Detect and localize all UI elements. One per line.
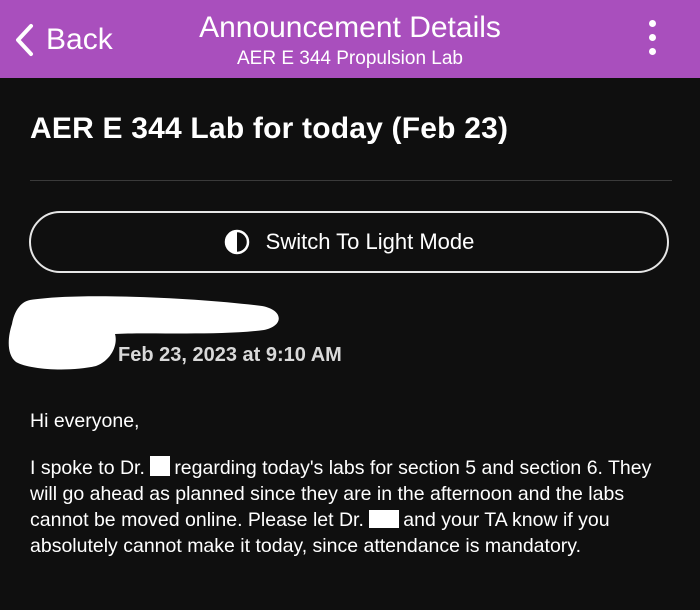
greeting: Hi everyone, — [30, 410, 140, 432]
top-navigation-bar: Back Announcement Details AER E 344 Prop… — [0, 0, 700, 78]
switch-light-mode-label: Switch To Light Mode — [265, 229, 475, 254]
back-label: Back — [46, 23, 113, 56]
page-title: Announcement Details — [199, 11, 501, 44]
message-segment: I spoke to Dr. — [30, 457, 151, 479]
divider — [30, 180, 672, 181]
message-paragraph: I spoke to Dr. regarding today's labs fo… — [30, 455, 680, 559]
redacted-name — [150, 456, 171, 476]
header-titles: Announcement Details AER E 344 Propulsio… — [150, 10, 550, 71]
back-button[interactable]: Back — [14, 18, 113, 62]
kebab-menu-icon[interactable] — [642, 18, 662, 58]
course-subtitle: AER E 344 Propulsion Lab — [236, 48, 464, 69]
announcement-body: Hi everyone, I spoke to Dr. regarding to… — [30, 408, 680, 580]
switch-light-mode-button[interactable]: Switch To Light Mode — [29, 211, 669, 273]
half-circle-contrast-icon — [224, 229, 249, 255]
chevron-left-icon — [16, 24, 33, 56]
announcement-title: AER E 344 Lab for today (Feb 23) — [30, 112, 509, 145]
redacted-name — [369, 510, 400, 528]
post-timestamp: Feb 23, 2023 at 9:10 AM — [118, 344, 342, 366]
